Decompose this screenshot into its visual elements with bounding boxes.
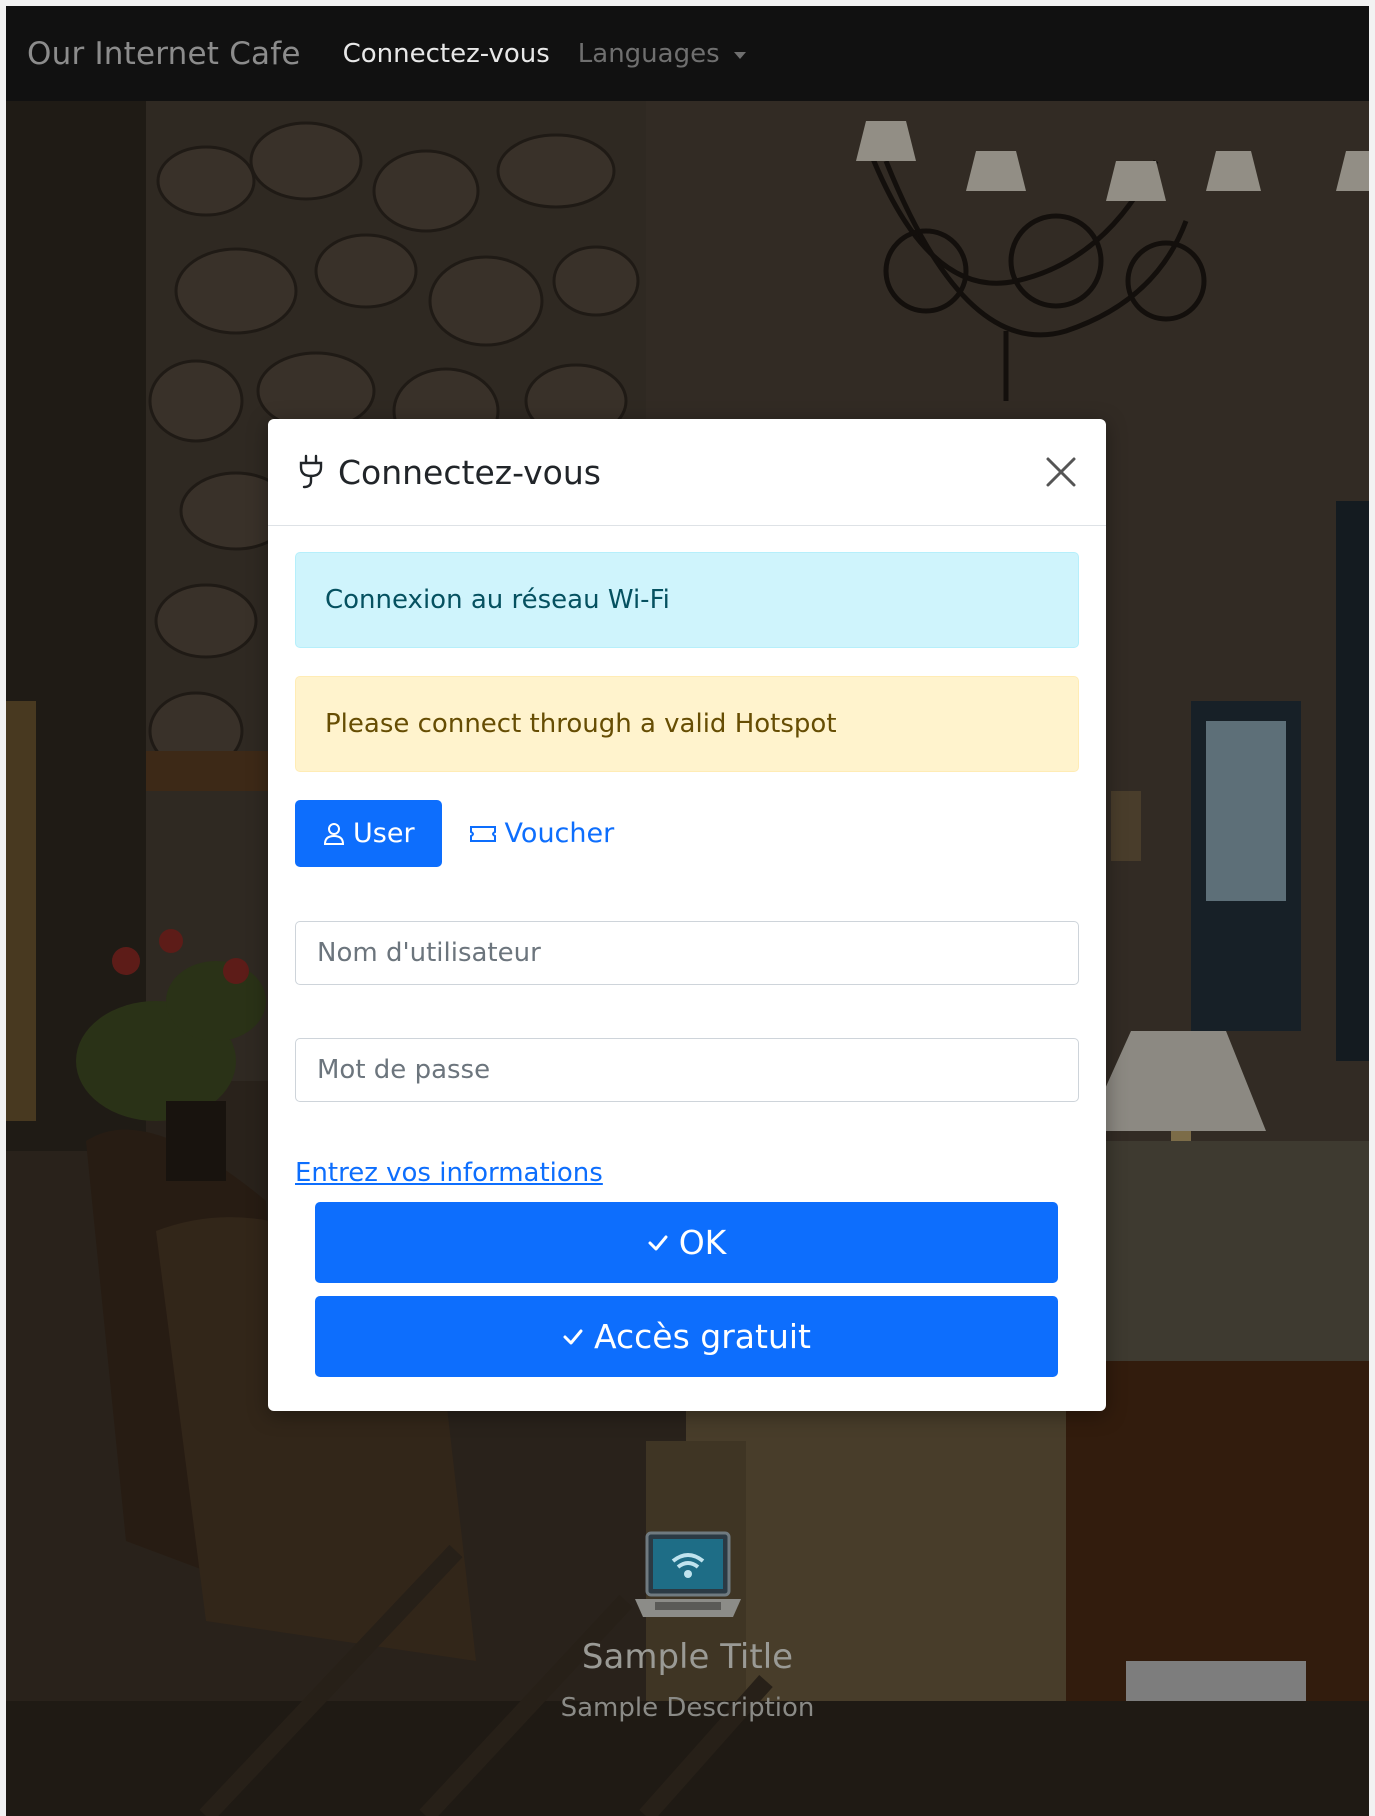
enter-info-link[interactable]: Entrez vos informations [295,1158,603,1188]
password-input[interactable] [295,1038,1079,1102]
plug-icon [299,454,323,489]
free-access-button[interactable]: Accès gratuit [315,1296,1058,1377]
tab-user-label: User [353,818,415,849]
login-method-tabs: User Voucher [295,800,1079,867]
laptop-wifi-icon [634,1531,741,1617]
brand[interactable]: Our Internet Cafe [27,36,301,72]
check-icon [563,1329,583,1344]
nav-login-link[interactable]: Connectez-vous [343,39,550,69]
page: Our Internet Cafe Connectez-vous Languag… [6,6,1369,1816]
ok-button-label: OK [678,1223,727,1262]
modal-title: Connectez-vous [338,452,601,492]
check-icon [648,1235,668,1250]
sample-description: Sample Description [560,1693,815,1723]
tab-voucher-label: Voucher [504,818,615,849]
username-input[interactable] [295,921,1079,985]
warning-alert: Please connect through a valid Hotspot [295,676,1079,772]
caret-down-icon [733,51,746,59]
tab-user[interactable]: User [295,800,442,867]
sample-widget: Sample Title Sample Description [6,1531,1369,1723]
ok-button[interactable]: OK [315,1202,1058,1283]
close-icon[interactable] [1044,455,1078,489]
sample-title: Sample Title [581,1637,794,1677]
languages-label: Languages [577,38,720,69]
free-access-button-label: Accès gratuit [594,1317,811,1356]
user-icon [323,822,345,845]
info-alert: Connexion au réseau Wi-Fi [295,552,1079,648]
modal-header: Connectez-vous [268,419,1106,526]
login-modal: Connectez-vous Connexion au réseau Wi-Fi… [268,419,1106,1411]
navbar: Our Internet Cafe Connectez-vous Languag… [6,6,1369,101]
modal-body: Connexion au réseau Wi-Fi Please connect… [268,526,1106,1377]
tab-voucher[interactable]: Voucher [442,800,641,867]
ticket-icon [469,825,496,842]
languages-dropdown[interactable]: Languages [578,39,746,69]
